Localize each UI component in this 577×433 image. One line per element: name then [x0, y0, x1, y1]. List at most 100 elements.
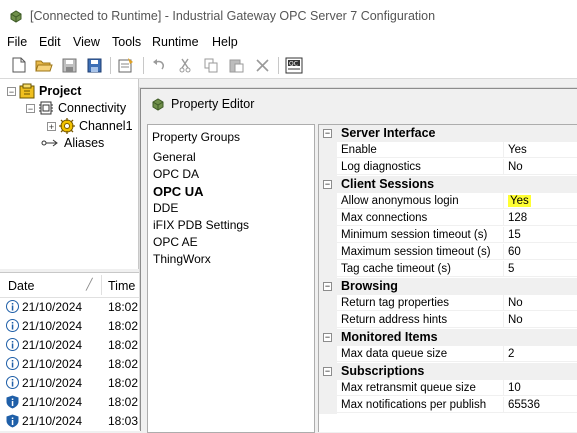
- menu-help[interactable]: Help: [212, 35, 238, 49]
- menu-runtime[interactable]: Runtime: [152, 35, 199, 49]
- property-category[interactable]: − Server Interface: [319, 125, 577, 142]
- property-group-opc-ae[interactable]: OPC AE: [153, 235, 198, 249]
- log-row[interactable]: 21/10/2024 18:02:: [0, 316, 145, 335]
- log-row[interactable]: 21/10/2024 18:02:: [0, 392, 145, 411]
- tree-label-connectivity: Connectivity: [58, 101, 127, 115]
- property-editor-dialog: Property Editor Property Groups General O…: [140, 88, 577, 433]
- log-time: 18:02:: [108, 376, 142, 390]
- toolbar: QC: [0, 53, 577, 79]
- property-value[interactable]: No: [504, 312, 577, 328]
- property-category[interactable]: − Monitored Items: [319, 329, 577, 346]
- paste-icon[interactable]: [227, 56, 245, 74]
- dialog-title: Property Editor: [171, 97, 255, 111]
- property-category[interactable]: − Subscriptions: [319, 363, 577, 380]
- tree-label-channel1: Channel1: [79, 119, 133, 133]
- property-row[interactable]: Return address hints No: [319, 312, 577, 329]
- property-value[interactable]: Yes: [504, 193, 577, 209]
- property-row[interactable]: Maximum session timeout (s) 60: [319, 244, 577, 261]
- property-value[interactable]: Yes: [504, 142, 577, 158]
- log-row[interactable]: 21/10/2024 18:03:: [0, 411, 145, 430]
- event-log: Date ╱ Time 21/10/2024 18:02: 21/10/2024 18…: [0, 272, 145, 431]
- property-row[interactable]: Log diagnostics No: [319, 159, 577, 176]
- log-date: 21/10/2024: [22, 338, 83, 352]
- property-row[interactable]: Enable Yes: [319, 142, 577, 159]
- collapse-icon[interactable]: −: [26, 103, 35, 113]
- log-row[interactable]: 21/10/2024 18:02:: [0, 354, 145, 373]
- value-text: 2: [508, 348, 515, 360]
- property-row[interactable]: Max retransmit queue size 10: [319, 380, 577, 397]
- expand-icon[interactable]: +: [47, 121, 56, 131]
- property-value[interactable]: 10: [504, 380, 577, 396]
- property-name: Maximum session timeout (s): [337, 244, 504, 260]
- log-row[interactable]: 21/10/2024 18:02:: [0, 373, 145, 392]
- tree-item-connectivity[interactable]: − Connectivity: [26, 100, 126, 116]
- column-header-date[interactable]: Date: [8, 279, 34, 293]
- property-value[interactable]: 15: [504, 227, 577, 243]
- tree-item-project[interactable]: − Project: [7, 83, 81, 99]
- property-group-opc-da[interactable]: OPC DA: [153, 167, 199, 181]
- property-group-dde[interactable]: DDE: [153, 201, 178, 215]
- log-row[interactable]: 21/10/2024 18:02:: [0, 335, 145, 354]
- new-file-icon[interactable]: [10, 56, 28, 74]
- property-value[interactable]: 5: [504, 261, 577, 277]
- delete-icon[interactable]: [253, 56, 271, 74]
- property-value[interactable]: No: [504, 295, 577, 311]
- property-group-general[interactable]: General: [153, 150, 196, 164]
- property-value[interactable]: 60: [504, 244, 577, 260]
- collapse-icon[interactable]: −: [323, 367, 332, 376]
- tree-label-project: Project: [39, 84, 82, 98]
- cut-icon[interactable]: [176, 56, 194, 74]
- open-folder-icon[interactable]: [35, 56, 53, 74]
- tree-item-channel1[interactable]: + Channel1: [47, 118, 133, 134]
- collapse-icon[interactable]: −: [323, 282, 332, 291]
- property-row[interactable]: Tag cache timeout (s) 5: [319, 261, 577, 278]
- property-value[interactable]: 128: [504, 210, 577, 226]
- save-as-icon[interactable]: [85, 56, 103, 74]
- property-group-opc-ua[interactable]: OPC UA: [153, 184, 204, 199]
- property-row[interactable]: Minimum session timeout (s) 15: [319, 227, 577, 244]
- property-value[interactable]: 65536: [504, 397, 577, 413]
- value-text: Yes: [508, 144, 527, 156]
- property-value[interactable]: 2: [504, 346, 577, 362]
- collapse-icon[interactable]: −: [323, 333, 332, 342]
- property-category[interactable]: − Client Sessions: [319, 176, 577, 193]
- property-group-ifix-pdb-settings[interactable]: iFIX PDB Settings: [153, 218, 249, 232]
- shield-info-icon: [6, 395, 19, 409]
- property-value[interactable]: No: [504, 159, 577, 175]
- collapse-icon[interactable]: −: [323, 129, 332, 138]
- sort-indicator-icon: ╱: [86, 279, 93, 291]
- log-row[interactable]: 21/10/2024 18:02:: [0, 297, 145, 316]
- property-name: Return address hints: [337, 312, 504, 328]
- event-log-header: Date ╱ Time: [0, 273, 145, 298]
- menu-view[interactable]: View: [73, 35, 100, 49]
- save-icon[interactable]: [60, 56, 78, 74]
- quick-client-icon[interactable]: QC: [285, 56, 303, 74]
- toolbar-separator: [143, 57, 144, 74]
- undo-icon[interactable]: [150, 56, 168, 74]
- collapse-icon[interactable]: −: [323, 180, 332, 189]
- menu-file[interactable]: File: [7, 35, 27, 49]
- category-label: Browsing: [341, 279, 398, 293]
- copy-icon[interactable]: [202, 56, 220, 74]
- property-name: Enable: [337, 142, 504, 158]
- property-category[interactable]: − Browsing: [319, 278, 577, 295]
- property-row[interactable]: Max connections 128: [319, 210, 577, 227]
- column-divider[interactable]: [101, 275, 102, 295]
- property-row[interactable]: Max notifications per publish 65536: [319, 397, 577, 414]
- properties-icon[interactable]: [117, 56, 135, 74]
- property-group-thingworx[interactable]: ThingWorx: [153, 252, 211, 266]
- window-title: [Connected to Runtime] - Industrial Gate…: [30, 9, 436, 23]
- property-row[interactable]: Allow anonymous login Yes: [319, 193, 577, 210]
- column-header-time[interactable]: Time: [108, 279, 135, 293]
- log-date: 21/10/2024: [22, 395, 83, 409]
- menu-tools[interactable]: Tools: [112, 35, 141, 49]
- info-icon: [6, 357, 19, 370]
- menu-edit[interactable]: Edit: [39, 35, 61, 49]
- highlighted-value: Yes: [508, 195, 531, 207]
- property-row[interactable]: Return tag properties No: [319, 295, 577, 312]
- row-gutter: [319, 193, 337, 210]
- property-row[interactable]: Max data queue size 2: [319, 346, 577, 363]
- collapse-icon[interactable]: −: [7, 86, 16, 96]
- tree-item-aliases[interactable]: Aliases: [41, 136, 104, 150]
- category-label: Subscriptions: [341, 364, 425, 378]
